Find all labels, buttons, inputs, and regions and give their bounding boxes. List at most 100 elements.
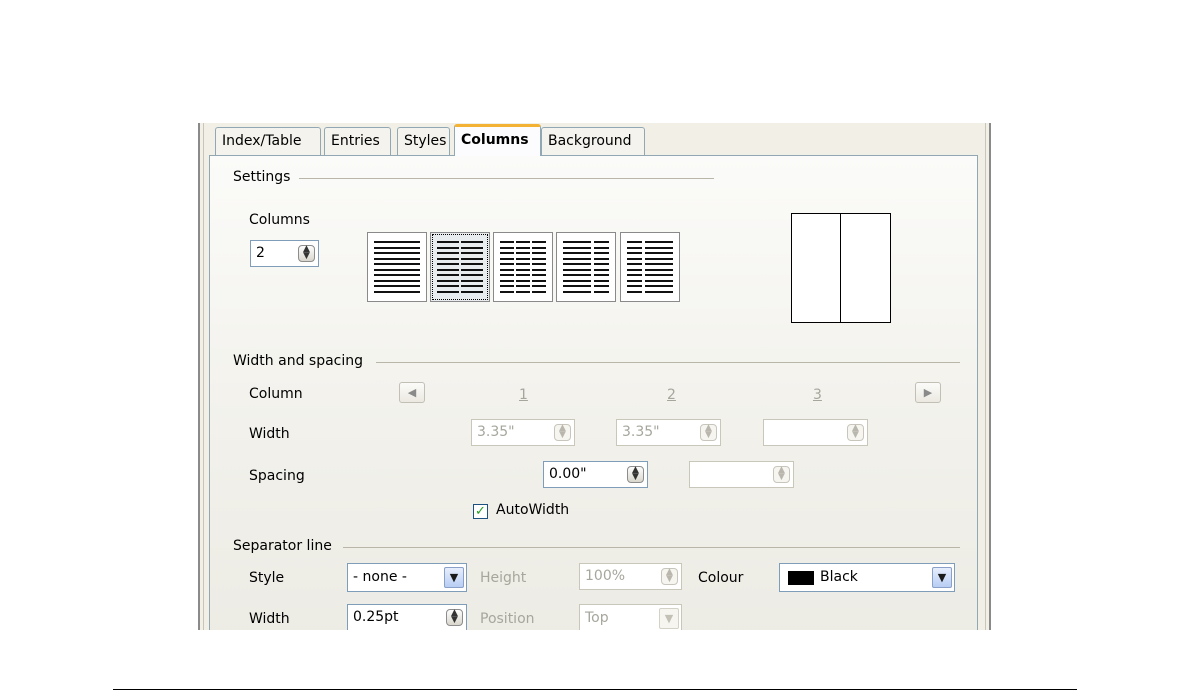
height-label: Height	[480, 570, 527, 586]
layout-line	[593, 263, 609, 265]
tab-styles[interactable]: Styles	[397, 127, 450, 155]
layout-1-column-button[interactable]	[367, 232, 427, 302]
spacing-2-spinbox[interactable]: ▲ ▼	[689, 461, 794, 488]
layout-line	[593, 290, 609, 293]
columns-value: 2	[256, 245, 265, 261]
layout-line	[532, 290, 546, 293]
colour-swatch	[788, 571, 814, 585]
layout-line	[516, 252, 530, 254]
layout-line	[627, 285, 643, 287]
tab-columns[interactable]: Columns	[454, 124, 541, 156]
width-spacing-group-label: Width and spacing	[233, 353, 364, 369]
layout-line	[627, 257, 643, 260]
tab-index-table[interactable]: Index/Table	[215, 127, 321, 155]
column-3-width-spinbox[interactable]: ▲ ▼	[763, 419, 868, 446]
column-2-width-spin-button[interactable]: ▲ ▼	[700, 424, 717, 441]
layout-line	[645, 285, 673, 287]
layout-line	[593, 252, 609, 254]
layout-line	[593, 285, 609, 287]
preview-divider	[840, 214, 841, 322]
layout-line	[500, 274, 514, 276]
layout-line	[437, 279, 459, 282]
layout-line	[374, 290, 420, 293]
layout-line	[461, 252, 483, 254]
layout-line	[516, 257, 530, 260]
autowidth-checkbox[interactable]: ✓	[473, 504, 488, 519]
layout-line	[532, 274, 546, 276]
layout-line	[627, 268, 643, 271]
spacing-2-spin-button[interactable]: ▲ ▼	[773, 466, 790, 483]
colour-dropdown-button[interactable]: ▼	[932, 567, 952, 588]
layout-line	[374, 274, 420, 276]
height-spinbox[interactable]: 100% ▲ ▼	[579, 563, 682, 590]
layout-line	[500, 285, 514, 287]
column-2-width-value: 3.35"	[622, 424, 660, 440]
layout-line	[627, 279, 643, 282]
column-right-arrow-button[interactable]: ▶	[915, 382, 941, 403]
tab-page-columns: Settings Columns 2 ▲ ▼ Width and spacing …	[209, 155, 978, 630]
column-1-width-value: 3.35"	[477, 424, 515, 440]
layout-line	[516, 279, 530, 282]
column-1-width-spin-button[interactable]: ▲ ▼	[554, 424, 571, 441]
column-3-width-spin-button[interactable]: ▲ ▼	[847, 424, 864, 441]
tab-background[interactable]: Background	[541, 127, 645, 155]
layout-line	[461, 285, 483, 287]
layout-line	[645, 252, 673, 254]
layout-line	[645, 241, 673, 243]
layout-line	[461, 279, 483, 282]
column-preview	[791, 213, 891, 323]
layout-line	[374, 252, 420, 254]
layout-line	[627, 290, 643, 293]
style-dropdown-button[interactable]: ▼	[444, 567, 464, 588]
layout-line	[374, 241, 420, 243]
autowidth-label: AutoWidth	[496, 502, 570, 518]
layout-line	[461, 274, 483, 276]
column-left-arrow-button[interactable]: ◀	[399, 382, 425, 403]
layout-line	[563, 279, 591, 282]
line-width-spin-button[interactable]: ▲ ▼	[446, 609, 463, 626]
position-label: Position	[480, 611, 535, 627]
layout-line	[627, 274, 643, 276]
layout-line	[461, 290, 483, 293]
line-width-label: Width	[249, 611, 290, 627]
position-select[interactable]: Top ▼	[579, 604, 682, 630]
layout-line	[500, 290, 514, 293]
spacing-1-spin-button[interactable]: ▲ ▼	[627, 466, 644, 483]
tab-entries[interactable]: Entries	[324, 127, 391, 155]
layout-2-columns-right-large-button[interactable]	[620, 232, 680, 302]
layout-line	[532, 246, 546, 249]
height-spin-button[interactable]: ▲ ▼	[661, 568, 678, 585]
layout-line	[500, 252, 514, 254]
layout-line	[532, 241, 546, 243]
position-dropdown-button[interactable]: ▼	[659, 608, 679, 629]
layout-2-columns-button[interactable]	[430, 232, 490, 302]
layout-line	[593, 279, 609, 282]
spacing-1-spinbox[interactable]: 0.00" ▲ ▼	[543, 461, 648, 488]
layout-line	[516, 263, 530, 265]
layout-line	[563, 263, 591, 265]
width-spacing-group-line	[376, 362, 960, 363]
layout-line	[645, 279, 673, 282]
column-number-3: 3	[813, 387, 822, 403]
column-2-width-spinbox[interactable]: 3.35" ▲ ▼	[616, 419, 721, 446]
layout-line	[645, 257, 673, 260]
layout-3-columns-button[interactable]	[493, 232, 553, 302]
style-value: - none -	[353, 569, 407, 585]
layout-line	[500, 263, 514, 265]
layout-line	[563, 268, 591, 271]
layout-line	[532, 257, 546, 260]
style-select[interactable]: - none - ▼	[347, 563, 467, 592]
layout-line	[593, 268, 609, 271]
column-1-width-spinbox[interactable]: 3.35" ▲ ▼	[471, 419, 575, 446]
layout-line	[645, 290, 673, 293]
line-width-spinbox[interactable]: 0.25pt ▲ ▼	[347, 604, 467, 630]
layout-2-columns-left-large-button[interactable]	[556, 232, 616, 302]
layout-line	[374, 246, 420, 249]
layout-line	[437, 274, 459, 276]
columns-spinbox[interactable]: 2 ▲ ▼	[250, 240, 319, 267]
style-label: Style	[249, 570, 285, 586]
layout-line	[532, 285, 546, 287]
layout-line	[532, 279, 546, 282]
columns-spin-button[interactable]: ▲ ▼	[298, 245, 315, 262]
colour-select[interactable]: Black ▼	[779, 563, 955, 592]
